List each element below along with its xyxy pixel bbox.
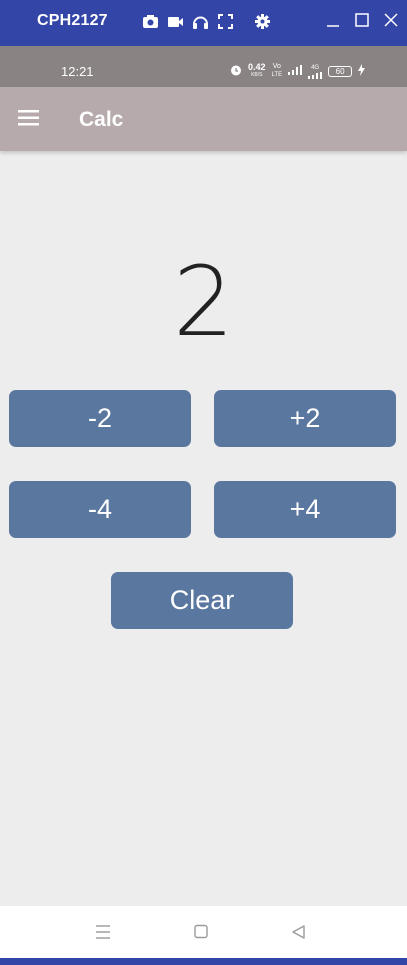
plus-4-button[interactable]: +4	[214, 481, 396, 538]
signal-2-icon	[308, 71, 323, 79]
recent-apps-icon[interactable]	[94, 924, 112, 940]
emulator-bottom-border	[0, 958, 407, 965]
plus-2-button[interactable]: +2	[214, 390, 396, 447]
device-name: CPH2127	[37, 12, 108, 29]
minus-4-button[interactable]: -4	[9, 481, 191, 538]
status-time: 12:21	[61, 64, 94, 79]
home-icon[interactable]	[192, 924, 210, 940]
minimize-icon[interactable]	[325, 12, 341, 28]
network-gen: 4G	[311, 64, 320, 71]
back-icon[interactable]	[290, 924, 308, 940]
gear-icon[interactable]	[254, 13, 271, 30]
volte-indicator: Vo LTE	[272, 63, 283, 79]
headphones-icon[interactable]	[192, 13, 209, 30]
maximize-icon[interactable]	[354, 12, 370, 28]
fullscreen-icon[interactable]	[217, 13, 234, 30]
charging-icon	[358, 64, 366, 78]
clear-button[interactable]: Clear	[111, 572, 293, 629]
minus-2-button[interactable]: -2	[9, 390, 191, 447]
battery-level: 60	[328, 65, 353, 77]
emulator-title-bar: CPH2127	[0, 0, 407, 46]
volte-top: Vo	[272, 63, 281, 70]
status-icons: 0.42 KB/S Vo LTE 4G 60	[230, 63, 366, 79]
phone-status-bar: 12:21 0.42 KB/S Vo LTE 4G 60	[0, 46, 407, 87]
hamburger-menu-icon[interactable]	[18, 109, 40, 127]
alarm-icon	[230, 64, 242, 78]
mobile-data-indicator: 4G	[308, 64, 323, 79]
network-speed-unit: KB/S	[251, 72, 263, 78]
volte-bottom: LTE	[271, 72, 283, 78]
network-speed: 0.42 KB/S	[248, 63, 266, 79]
app-bar: Calc	[0, 87, 407, 151]
camera-icon[interactable]	[142, 13, 159, 30]
close-icon[interactable]	[383, 12, 399, 28]
network-speed-value: 0.42	[248, 62, 266, 72]
signal-icon	[288, 65, 303, 77]
window-controls	[325, 12, 399, 28]
app-title: Calc	[79, 108, 124, 131]
video-icon[interactable]	[167, 13, 184, 30]
emulator-toolbar	[142, 13, 271, 30]
navigation-bar	[0, 906, 407, 958]
counter-display: 2	[172, 246, 235, 358]
